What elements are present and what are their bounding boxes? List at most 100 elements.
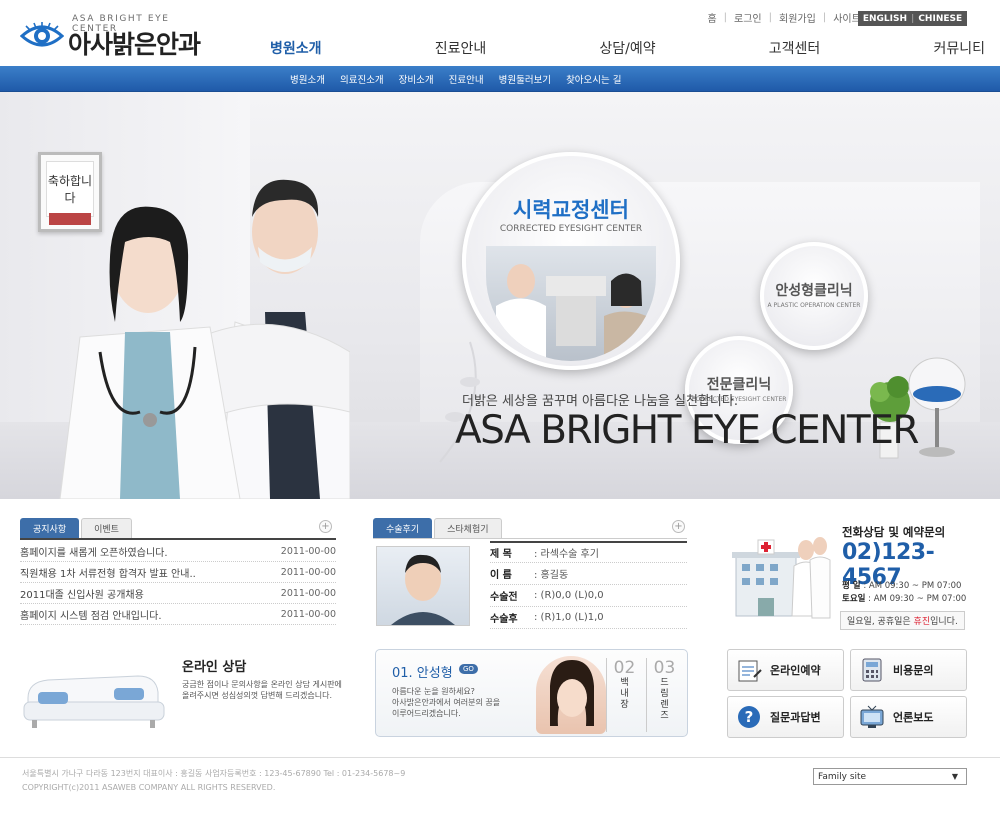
- svg-text:?: ?: [745, 708, 754, 726]
- list-item[interactable]: 직원채용 1차 서류전형 합격자 발표 안내.. 2011-00-00: [20, 562, 336, 583]
- promo-tab-cataract[interactable]: 02 백 내 장: [606, 658, 642, 732]
- review-value: : (R)1,0 (L)1,0: [534, 612, 604, 623]
- notice-date: 2011-00-00: [280, 545, 336, 557]
- closed-note-highlight: 휴진: [913, 617, 931, 627]
- subnav-treatment[interactable]: 진료안내: [449, 72, 484, 86]
- contact-title: 전화상담 및 예약문의: [842, 525, 946, 539]
- cost-inquiry-label: 비용문의: [893, 664, 934, 677]
- notice-title: 홈페이지를 새롭게 오픈하였습니다.: [20, 547, 168, 559]
- promo-tab-number: 03: [653, 658, 676, 678]
- calculator-icon: [859, 657, 885, 683]
- logo[interactable]: ASA BRIGHT EYE CENTER 아사밝은안과: [20, 14, 210, 59]
- press-label: 언론보도: [893, 711, 934, 724]
- util-join[interactable]: 회원가입: [779, 10, 816, 25]
- online-reservation-label: 온라인예약: [770, 664, 821, 677]
- sofa-icon: [23, 675, 165, 728]
- notice-title: 2011대졸 신입사원 공개채용: [20, 589, 144, 601]
- promo-desc: 아름다운 눈을 원하세요? 아사밝은안과에서 여러분의 꿈을 이루어드리겠습니다…: [392, 686, 500, 719]
- main-nav: 병원소개 진료안내 상담/예약 고객센터 커뮤니티: [270, 36, 985, 60]
- notice-date: 2011-00-00: [280, 608, 336, 620]
- tab-surgery-review[interactable]: 수술후기: [373, 518, 433, 538]
- contact-panel: 전화상담 및 예약문의 02)123-4567 평 일 : AM 09:30 ~…: [728, 520, 973, 630]
- plastic-clinic-subtitle: A PLASTIC OPERATION CENTER: [767, 302, 861, 309]
- util-login[interactable]: 로그인: [734, 10, 762, 25]
- promo-tab-char: 백: [620, 678, 629, 688]
- plastic-clinic-circle[interactable]: 안성형클리닉 A PLASTIC OPERATION CENTER: [760, 242, 868, 350]
- subnav-about[interactable]: 병원소개: [290, 72, 325, 86]
- qna-label: 질문과답변: [770, 711, 821, 724]
- notice-more-icon[interactable]: +: [319, 520, 332, 533]
- nav-reservation[interactable]: 상담/예약: [599, 36, 655, 60]
- press-button[interactable]: 언론보도: [850, 696, 967, 738]
- qna-button[interactable]: ? 질문과답변: [727, 696, 844, 738]
- hero-slogan: 더밝은 세상을 꿈꾸며 아름다운 나눔을 실천합니다.: [462, 394, 738, 409]
- notice-board: 공지사항 이벤트: [20, 518, 336, 538]
- eye-exam-photo: [486, 246, 656, 361]
- notice-title: 홈페이지 시스템 점검 안내입니다.: [20, 610, 162, 622]
- footer: 서울특별시 가나구 다라동 123번지 대표이사 : 홍길동 사업자등록번호 :…: [22, 767, 405, 795]
- promo-go-button[interactable]: GO: [459, 664, 478, 674]
- saturday-label: 토요일: [842, 594, 866, 604]
- promo-desc-line: 이루어드리겠습니다.: [392, 709, 461, 718]
- nav-about[interactable]: 병원소개: [270, 36, 322, 60]
- contact-hours: 평 일 : AM 09:30 ~ PM 07:00 토요일 : AM 09:30…: [842, 580, 966, 606]
- footer-divider: [0, 757, 1000, 758]
- review-key: 이 름: [490, 570, 512, 581]
- promo-title[interactable]: 01. 안성형: [392, 662, 453, 681]
- notice-list: 홈페이지를 새롭게 오픈하였습니다. 2011-00-00 직원채용 1차 서류전…: [20, 541, 336, 625]
- closed-note-suffix: 입니다.: [930, 617, 958, 627]
- review-value: : 라섹수술 후기: [534, 549, 599, 560]
- hero-brand: ASA BRIGHT EYE CENTER: [455, 408, 919, 453]
- promo-desc-line: 아사밝은안과에서 여러분의 꿈을: [392, 698, 501, 707]
- logo-name: 아사밝은안과: [68, 30, 201, 59]
- list-item[interactable]: 홈페이지를 새롭게 오픈하였습니다. 2011-00-00: [20, 541, 336, 562]
- nav-treatment[interactable]: 진료안내: [435, 36, 487, 60]
- plastic-clinic-title: 안성형클리닉: [775, 283, 853, 299]
- online-reservation-button[interactable]: 온라인예약: [727, 649, 844, 691]
- promo-tab-char: 장: [620, 700, 629, 710]
- subnav-doctors[interactable]: 의료진소개: [340, 72, 384, 86]
- utility-menu: 홈 | 로그인 | 회원가입 | 사이트맵: [707, 10, 870, 25]
- review-detail: 제 목 : 라섹수술 후기 이 름 : 홍길동 수술전: (R)0,0 (L)0,0…: [490, 541, 687, 629]
- review-rule: [373, 538, 687, 539]
- tab-event[interactable]: 이벤트: [81, 518, 132, 538]
- subnav-directions[interactable]: 찾아오시는 길: [566, 72, 621, 86]
- question-icon: ?: [736, 704, 762, 730]
- footer-address: 서울특별시 가나구 다라동 123번지 대표이사 : 홍길동 사업자등록번호 :…: [22, 769, 406, 778]
- cost-inquiry-button[interactable]: 비용문의: [850, 649, 967, 691]
- family-site-select[interactable]: Family site ▼: [813, 768, 967, 785]
- tab-star-experience[interactable]: 스타체험기: [434, 518, 502, 538]
- nav-community[interactable]: 커뮤니티: [933, 36, 985, 60]
- review-row: 수술전: (R)0,0 (L)0,0: [490, 585, 687, 607]
- review-board: 수술후기 스타체험기: [373, 518, 687, 538]
- notice-date: 2011-00-00: [280, 587, 336, 599]
- lang-english[interactable]: ENGLISH: [863, 14, 907, 24]
- promo-tab-char: 즈: [660, 711, 669, 721]
- nav-customer[interactable]: 고객센터: [769, 36, 821, 60]
- review-row: 이 름 : 홍길동: [490, 563, 687, 585]
- subnav-equipment[interactable]: 장비소개: [399, 72, 434, 86]
- lang-chinese[interactable]: CHINESE: [918, 14, 962, 24]
- list-item[interactable]: 홈페이지 시스템 점검 안내입니다. 2011-00-00: [20, 604, 336, 625]
- review-more-icon[interactable]: +: [672, 520, 685, 533]
- review-value: : 홍길동: [534, 570, 569, 581]
- reviewer-photo[interactable]: [376, 546, 470, 626]
- online-consult-desc: 궁금한 점이나 문의사항을 온라인 상담 게시판에 올려주시면 성심성의껏 답변…: [182, 680, 342, 700]
- hospital-building-icon: [732, 537, 831, 619]
- promo-tab-char: 드: [660, 678, 669, 688]
- vision-correction-circle[interactable]: 시력교정센터 CORRECTED EYESIGHT CENTER: [462, 152, 680, 370]
- weekday-label: 평 일: [842, 581, 861, 591]
- util-home[interactable]: 홈: [707, 10, 716, 25]
- sub-nav: 병원소개 의료진소개 장비소개 진료안내 병원둘러보기 찾아오시는 길: [290, 72, 622, 86]
- promo-tab-number: 02: [613, 658, 636, 678]
- promo-tab-dreamlens[interactable]: 03 드 림 렌 즈: [646, 658, 682, 732]
- review-key: 제 목: [490, 549, 512, 560]
- online-consult[interactable]: 온라인 상담 궁금한 점이나 문의사항을 온라인 상담 게시판에 올려주시면 성…: [14, 652, 342, 742]
- doctors-illustration: [59, 179, 350, 499]
- subnav-tour[interactable]: 병원둘러보기: [499, 72, 551, 86]
- list-item[interactable]: 2011대졸 신입사원 공개채용 2011-00-00: [20, 583, 336, 604]
- language-switch: ENGLISH | CHINESE: [858, 11, 967, 26]
- tab-notice[interactable]: 공지사항: [20, 518, 80, 538]
- promo-model-photo: [536, 656, 606, 734]
- notice-title: 직원채용 1차 서류전형 합격자 발표 안내..: [20, 568, 196, 580]
